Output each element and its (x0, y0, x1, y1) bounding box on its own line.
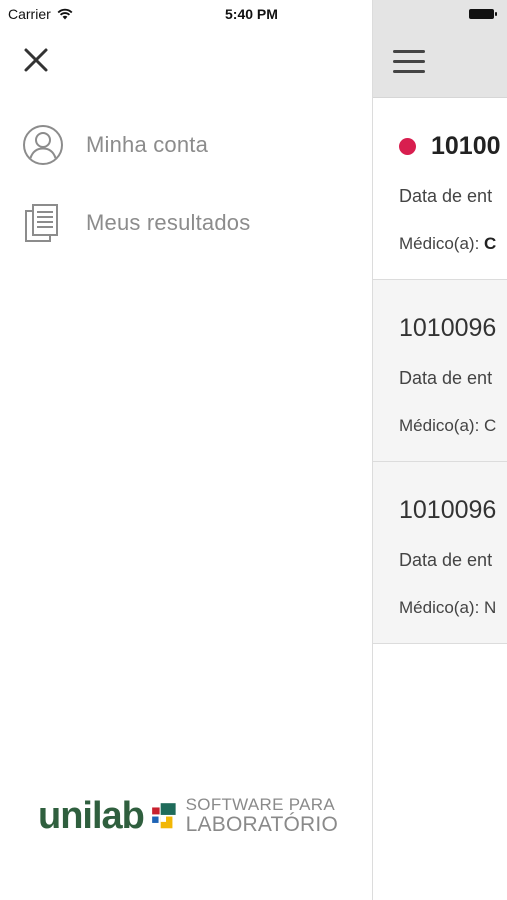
user-circle-icon (23, 125, 63, 165)
result-date: Data de ent (399, 550, 493, 570)
result-date: Data de ent (399, 368, 493, 388)
unilab-logo: unilab SOFTWARE PARA LABORATÓRIO (38, 788, 338, 844)
logo-tagline-line1: SOFTWARE PARA (185, 795, 336, 815)
logo-wordmark: unilab (38, 794, 145, 837)
unread-indicator (399, 138, 416, 155)
close-icon[interactable] (20, 44, 52, 76)
result-date: Data de ent (399, 186, 493, 206)
logo-tagline: SOFTWARE PARA LABORATÓRIO (186, 796, 338, 836)
menu-item-label: Meus resultados (86, 210, 251, 235)
result-card[interactable]: 1010096 Data de ent Médico(a): C (373, 280, 507, 462)
result-card[interactable]: 1010096 Data de ent Médico(a): N (373, 462, 507, 644)
result-doctor-value: C (484, 234, 497, 253)
result-number: 1010096 (399, 314, 497, 342)
result-card[interactable]: 10100 Data de ent Médico(a): C (373, 98, 507, 280)
logo-tagline-line2: LABORATÓRIO (185, 812, 338, 836)
result-doctor: Médico(a): C (399, 234, 496, 254)
results-panel: 10100 Data de ent Médico(a): C 1010096 D… (372, 0, 507, 900)
status-time: 5:40 PM (225, 6, 278, 22)
menu-item-label: Minha conta (86, 132, 209, 157)
result-doctor-label: Médico(a): (399, 234, 485, 253)
menu-item-meus-resultados[interactable]: Meus resultados (22, 202, 250, 244)
result-doctor: Médico(a): N (399, 598, 497, 617)
carrier-label: Carrier (8, 6, 51, 22)
menu-item-minha-conta[interactable]: Minha conta (22, 124, 208, 166)
result-doctor: Médico(a): C (399, 416, 497, 435)
documents-icon (25, 204, 58, 242)
result-number: 10100 (431, 132, 501, 160)
status-bar: Carrier 5:40 PM (0, 0, 507, 28)
battery-icon (469, 9, 497, 19)
carrier-info: Carrier (8, 6, 73, 22)
result-number: 1010096 (399, 496, 497, 524)
side-menu: Minha conta Meus resultados unilab SOFTW… (0, 0, 372, 900)
logo-mark-icon (152, 803, 176, 829)
wifi-icon (57, 8, 73, 20)
hamburger-menu-icon[interactable] (393, 50, 425, 74)
